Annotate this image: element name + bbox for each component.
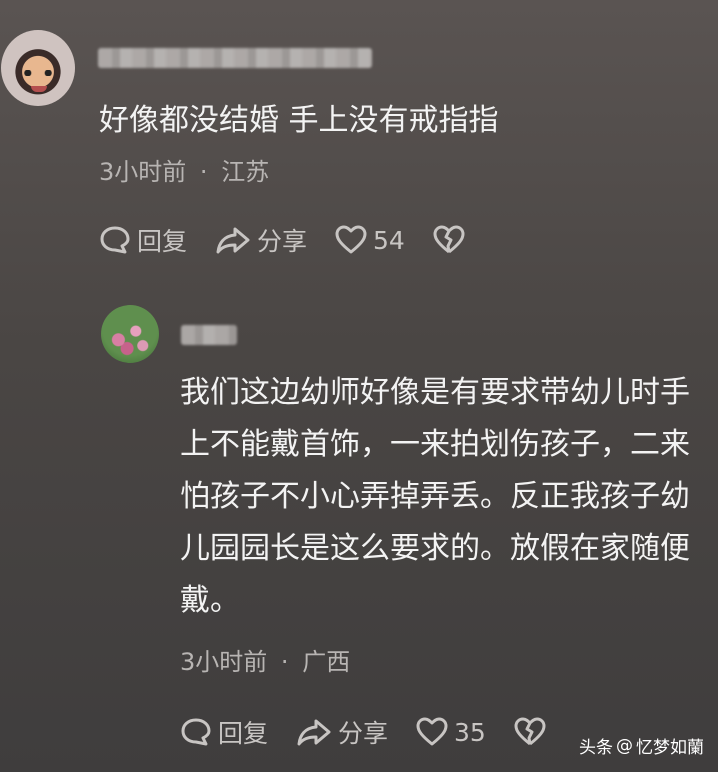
- reply-bubble-icon: [100, 226, 130, 254]
- watermark-at: @: [616, 735, 633, 756]
- commenter-avatar[interactable]: [1, 30, 75, 106]
- reply-label: 回复: [218, 719, 269, 748]
- broken-heart-icon: [433, 225, 465, 254]
- reply-label: 回复: [137, 227, 188, 256]
- reply-button[interactable]: 回复: [99, 222, 187, 258]
- replier-avatar[interactable]: [101, 305, 159, 363]
- meta-separator: ·: [280, 648, 289, 676]
- share-label: 分享: [257, 227, 308, 256]
- dislike-button[interactable]: [514, 717, 552, 747]
- avatar-face-eyes: [21, 70, 55, 76]
- avatar-face-mouth: [31, 86, 47, 92]
- comment-meta: 3小时前 · 江苏: [99, 152, 269, 187]
- share-button[interactable]: 分享: [296, 714, 388, 750]
- watermark: 头条 @ 忆梦如蘭: [579, 733, 704, 759]
- reply-button[interactable]: 回复: [180, 714, 268, 750]
- reply-bubble-icon: [181, 718, 211, 746]
- reply-text: 我们这边幼师好像是有要求带幼儿时手上不能戴首饰，一来拍划伤孩子，二来怕孩子不小心…: [180, 375, 690, 618]
- heart-icon: [416, 717, 448, 746]
- heart-icon: [335, 225, 367, 254]
- comment-location: 江苏: [221, 158, 270, 186]
- share-button[interactable]: 分享: [215, 222, 307, 258]
- share-arrow-icon: [216, 227, 250, 254]
- reply-meta: 3小时前 · 广西: [180, 642, 350, 677]
- comment-actions: 回复 分享 54: [99, 222, 499, 258]
- share-arrow-icon: [297, 719, 331, 746]
- commenter-name-blurred[interactable]: [98, 48, 372, 68]
- reply-time: 3小时前: [180, 648, 268, 676]
- comment-time: 3小时前: [99, 158, 187, 186]
- replier-name-blurred[interactable]: [181, 325, 237, 345]
- reply-actions: 回复 分享 35: [180, 714, 580, 750]
- dislike-button[interactable]: [433, 225, 471, 255]
- watermark-author: 忆梦如蘭: [636, 738, 704, 758]
- like-button[interactable]: 54: [335, 225, 405, 255]
- like-button[interactable]: 35: [416, 717, 486, 747]
- reply-location: 广西: [302, 648, 351, 676]
- meta-separator: ·: [199, 158, 208, 186]
- comment-text: 好像都没结婚 手上没有戒指指: [99, 103, 499, 138]
- watermark-brand: 头条: [579, 738, 613, 758]
- broken-heart-icon: [514, 717, 546, 746]
- share-label: 分享: [338, 719, 389, 748]
- like-count: 54: [373, 225, 405, 255]
- like-count: 35: [454, 717, 486, 747]
